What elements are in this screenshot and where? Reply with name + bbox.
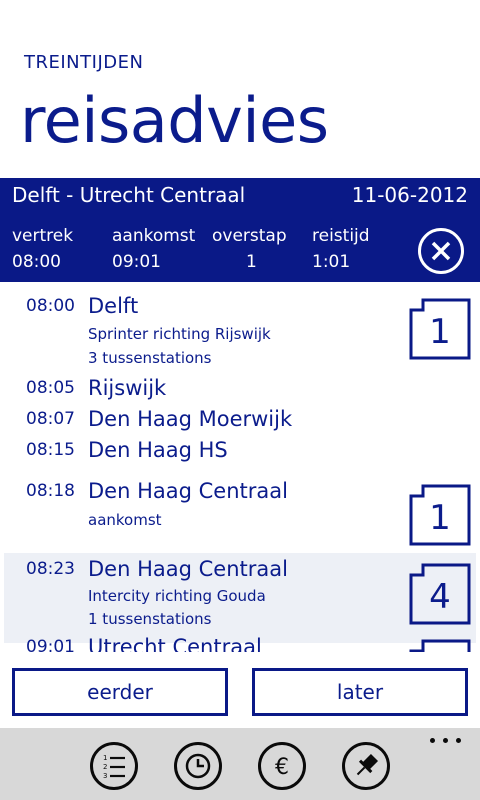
stop-time: 08:15 xyxy=(26,440,75,460)
aankomst-value: 09:01 xyxy=(112,252,161,272)
list-item: 09:01 Utrecht Centraal xyxy=(0,635,480,652)
stop-name: Den Haag Centraal xyxy=(88,557,288,581)
stop-name: Den Haag Centraal xyxy=(88,479,288,503)
dot-icon xyxy=(443,738,448,743)
more-menu-button[interactable] xyxy=(428,732,464,746)
earlier-button[interactable]: eerder xyxy=(12,668,228,716)
stop-time: 08:07 xyxy=(26,409,75,429)
route-summary-bar: Delft - Utrecht Centraal 11-06-2012 vert… xyxy=(0,178,480,282)
list-item: 08:00 Delft Sprinter richting Rijswijk 3… xyxy=(0,284,480,376)
app-title: TREINTIJDEN xyxy=(24,52,144,73)
overstap-label: overstap xyxy=(212,226,287,246)
svg-text:€: € xyxy=(275,755,289,780)
intermediate-stations: 3 tussenstations xyxy=(88,349,212,367)
page-title: reisadvies xyxy=(20,84,329,157)
platform-number: 1 xyxy=(429,498,451,538)
route-date: 11-06-2012 xyxy=(351,183,468,207)
stop-name: Den Haag Moerwijk xyxy=(88,407,293,431)
platform-badge: 1 xyxy=(409,484,471,546)
stop-name: Utrecht Centraal xyxy=(88,635,262,652)
platform-sign-icon xyxy=(409,639,471,652)
list-item: 08:23 Den Haag Centraal Intercity richti… xyxy=(4,553,476,643)
list-item: 08:07 Den Haag Moerwijk xyxy=(0,407,480,438)
stop-time: 08:18 xyxy=(26,481,75,501)
dot-icon xyxy=(430,738,435,743)
stop-time: 08:00 xyxy=(26,296,75,316)
route-name: Delft - Utrecht Centraal xyxy=(12,183,246,207)
vertrek-value: 08:00 xyxy=(12,252,61,272)
list-item: 08:15 Den Haag HS xyxy=(0,438,480,474)
platform-badge: 4 xyxy=(409,563,471,625)
aankomst-label: aankomst xyxy=(112,226,196,246)
close-icon xyxy=(431,241,451,261)
platform-number: 1 xyxy=(429,312,451,352)
platform-badge xyxy=(409,639,471,652)
platform-badge: 1 xyxy=(409,298,471,360)
itinerary-list[interactable]: 08:00 Delft Sprinter richting Rijswijk 3… xyxy=(0,284,480,652)
intermediate-stations: 1 tussenstations xyxy=(88,610,212,628)
later-button[interactable]: later xyxy=(252,668,468,716)
svg-text:1: 1 xyxy=(103,754,107,762)
stop-name: Den Haag HS xyxy=(88,438,228,462)
overstap-value: 1 xyxy=(246,252,257,272)
euro-button[interactable]: € xyxy=(258,742,306,790)
train-direction: Sprinter richting Rijswijk xyxy=(88,325,271,343)
reistijd-label: reistijd xyxy=(312,226,370,246)
svg-text:3: 3 xyxy=(103,772,107,780)
pin-button[interactable] xyxy=(342,742,390,790)
list-item: 08:05 Rijswijk xyxy=(0,376,480,407)
pin-icon xyxy=(356,753,379,776)
stop-time: 09:01 xyxy=(26,637,75,652)
euro-icon: € xyxy=(275,755,289,780)
stop-name: Rijswijk xyxy=(88,376,167,400)
clock-button[interactable] xyxy=(174,742,222,790)
dot-icon xyxy=(456,738,461,743)
train-direction: Intercity richting Gouda xyxy=(88,587,266,605)
stop-time: 08:05 xyxy=(26,378,75,398)
svg-text:2: 2 xyxy=(103,763,107,771)
clock-icon xyxy=(185,753,211,779)
list-button[interactable]: 1 2 3 xyxy=(90,742,138,790)
close-button[interactable] xyxy=(418,228,464,274)
reistijd-value: 1:01 xyxy=(312,252,351,272)
list-item: 08:18 Den Haag Centraal aankomst 1 xyxy=(0,474,480,552)
platform-number: 4 xyxy=(429,577,451,617)
application-bar: 1 2 3 € xyxy=(0,728,480,800)
vertrek-label: vertrek xyxy=(12,226,74,246)
stop-name: Delft xyxy=(88,294,139,318)
list-icon: 1 2 3 xyxy=(103,754,125,780)
arrival-note: aankomst xyxy=(88,511,162,529)
stop-time: 08:23 xyxy=(26,559,75,579)
